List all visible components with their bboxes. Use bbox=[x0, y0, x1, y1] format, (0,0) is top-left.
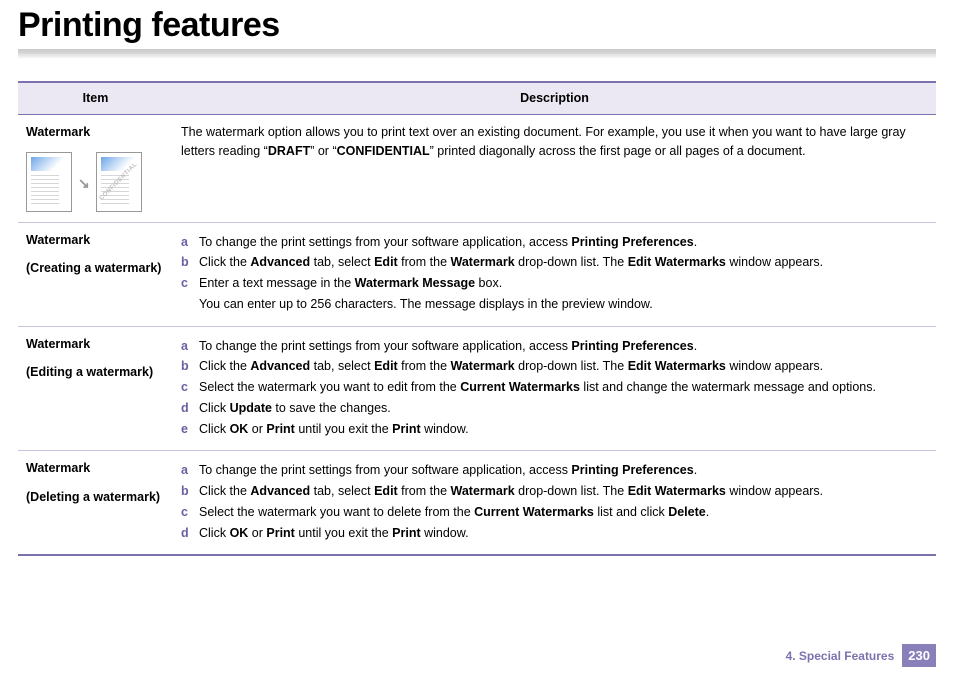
item-title: Watermark bbox=[26, 461, 90, 475]
step-key: b bbox=[181, 357, 189, 376]
step-item: dClick Update to save the changes. bbox=[181, 399, 928, 418]
step-item: cEnter a text message in the Watermark M… bbox=[181, 274, 928, 314]
title-rule bbox=[18, 49, 936, 59]
step-item: cSelect the watermark you want to delete… bbox=[181, 503, 928, 522]
step-key: c bbox=[181, 503, 188, 522]
item-cell: Watermark ↘ bbox=[18, 114, 173, 222]
step-key: a bbox=[181, 461, 188, 480]
item-title: Watermark bbox=[26, 233, 90, 247]
step-key: c bbox=[181, 378, 188, 397]
step-item: cSelect the watermark you want to edit f… bbox=[181, 378, 928, 397]
page-title: Printing features bbox=[18, 0, 936, 49]
step-key: b bbox=[181, 253, 189, 272]
step-item: aTo change the print settings from your … bbox=[181, 461, 928, 480]
step-item: bClick the Advanced tab, select Edit fro… bbox=[181, 482, 928, 501]
item-subtitle: (Editing a watermark) bbox=[26, 363, 165, 382]
step-key: d bbox=[181, 399, 189, 418]
step-key: a bbox=[181, 233, 188, 252]
step-key: b bbox=[181, 482, 189, 501]
thumbnail-before bbox=[26, 152, 72, 212]
step-key: e bbox=[181, 420, 188, 439]
item-cell: Watermark (Deleting a watermark) bbox=[18, 451, 173, 556]
description-cell: aTo change the print settings from your … bbox=[173, 222, 936, 326]
item-cell: Watermark (Creating a watermark) bbox=[18, 222, 173, 326]
table-row: Watermark ↘ The watermark option allows yo… bbox=[18, 114, 936, 222]
step-list: aTo change the print settings from your … bbox=[181, 461, 928, 542]
step-key: c bbox=[181, 274, 188, 293]
feature-table: Item Description Watermark ↘ The watermark… bbox=[18, 81, 936, 556]
step-extra: You can enter up to 256 characters. The … bbox=[199, 293, 928, 314]
arrow-icon: ↘ bbox=[78, 173, 90, 194]
description-cell: aTo change the print settings from your … bbox=[173, 451, 936, 556]
feature-table-body: Watermark ↘ The watermark option allows yo… bbox=[18, 114, 936, 555]
step-item: bClick the Advanced tab, select Edit fro… bbox=[181, 253, 928, 272]
description-cell: aTo change the print settings from your … bbox=[173, 326, 936, 451]
col-header-item: Item bbox=[18, 82, 173, 114]
table-row: Watermark (Editing a watermark) aTo change… bbox=[18, 326, 936, 451]
col-header-description: Description bbox=[173, 82, 936, 114]
page-footer: 4. Special Features 230 bbox=[786, 644, 936, 667]
table-row: Watermark (Creating a watermark) aTo chang… bbox=[18, 222, 936, 326]
item-cell: Watermark (Editing a watermark) bbox=[18, 326, 173, 451]
step-item: bClick the Advanced tab, select Edit fro… bbox=[181, 357, 928, 376]
item-subtitle: (Creating a watermark) bbox=[26, 259, 165, 278]
thumbnail-after bbox=[96, 152, 142, 212]
footer-chapter: 4. Special Features bbox=[786, 649, 895, 663]
item-subtitle: (Deleting a watermark) bbox=[26, 488, 165, 507]
watermark-thumbnails: ↘ bbox=[26, 152, 165, 212]
step-item: aTo change the print settings from your … bbox=[181, 233, 928, 252]
item-title: Watermark bbox=[26, 337, 90, 351]
item-title: Watermark bbox=[26, 125, 90, 139]
description-text: The watermark option allows you to print… bbox=[181, 123, 928, 161]
footer-page-number: 230 bbox=[902, 644, 936, 667]
description-cell: The watermark option allows you to print… bbox=[173, 114, 936, 222]
step-key: d bbox=[181, 524, 189, 543]
step-list: aTo change the print settings from your … bbox=[181, 337, 928, 439]
step-item: dClick OK or Print until you exit the Pr… bbox=[181, 524, 928, 543]
table-row: Watermark (Deleting a watermark) aTo chang… bbox=[18, 451, 936, 556]
step-item: aTo change the print settings from your … bbox=[181, 337, 928, 356]
step-item: eClick OK or Print until you exit the Pr… bbox=[181, 420, 928, 439]
step-key: a bbox=[181, 337, 188, 356]
step-list: aTo change the print settings from your … bbox=[181, 233, 928, 314]
